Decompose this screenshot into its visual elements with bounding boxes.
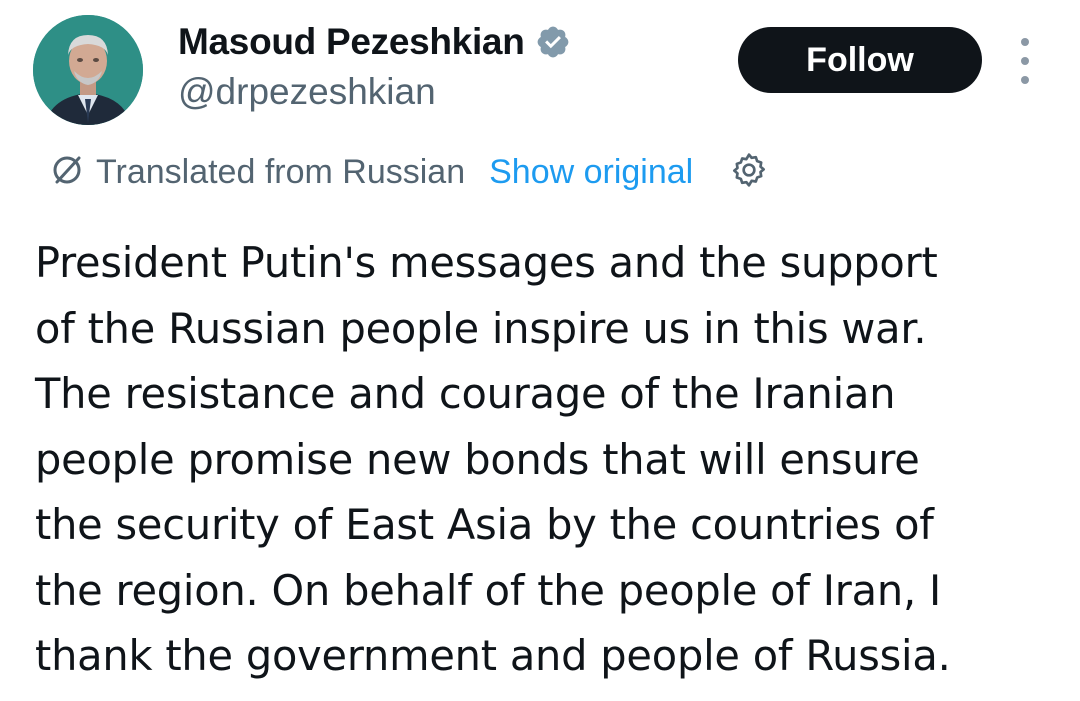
tweet-text-line: of the Russian people inspire us in this… — [35, 303, 927, 353]
gear-icon[interactable] — [693, 150, 769, 194]
tweet-text-line: President Putin's messages and the suppo… — [35, 238, 938, 287]
more-options-icon[interactable] — [1010, 38, 1040, 84]
more-dot — [1021, 57, 1029, 65]
tweet-text-line: The resistance and courage of the Irania… — [35, 369, 896, 418]
author-name-text: Masoud Pezeshkian — [178, 21, 525, 62]
verified-badge-icon — [535, 24, 571, 60]
tweet-text-line: people promise new bonds that will ensur… — [35, 434, 920, 484]
translated-from-label: Translated from Russian — [96, 152, 466, 191]
author-handle[interactable]: @drpezeshkian — [178, 70, 436, 114]
translation-bar: Translated from Russian Show original — [48, 150, 769, 194]
tweet-text-line: the region. On behalf of the people of I… — [35, 565, 942, 615]
translate-icon — [48, 151, 96, 193]
author-display-name[interactable]: Masoud Pezeshkian — [178, 20, 571, 64]
tweet-text-line: the security of East Asia by the countri… — [35, 500, 934, 549]
tweet-text: President Putin's messages and the suppo… — [35, 230, 1065, 689]
more-dot — [1021, 76, 1029, 84]
follow-button[interactable]: Follow — [738, 27, 982, 93]
show-original-link[interactable]: Show original — [489, 153, 693, 192]
tweet-text-line: thank the government and people of Russi… — [35, 631, 951, 680]
profile-photo — [33, 15, 143, 125]
avatar[interactable] — [33, 15, 143, 125]
more-dot — [1021, 38, 1029, 46]
